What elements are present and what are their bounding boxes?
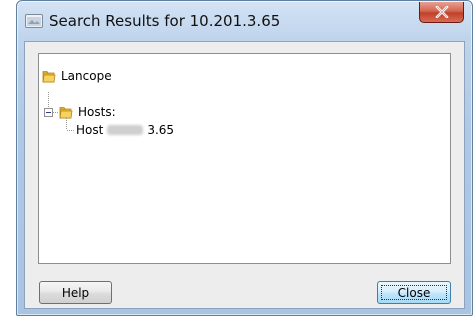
redacted-address (107, 125, 144, 135)
help-button[interactable]: Help (39, 281, 112, 304)
close-button-label: Close (397, 285, 431, 300)
tree-connector (67, 130, 75, 131)
tree-connector (48, 92, 49, 108)
tree-node-label: Hosts: (78, 105, 116, 119)
close-window-button[interactable] (419, 2, 464, 23)
host-label-prefix: Host (76, 123, 104, 137)
window-title: Search Results for 10.201.3.65 (49, 12, 281, 30)
help-button-label: Help (61, 285, 90, 300)
folder-icon (42, 70, 56, 82)
tree-connector (53, 112, 58, 113)
dialog-content: Lancope Hosts: Host 3.65 Help Close (24, 41, 465, 309)
close-button[interactable]: Close (377, 281, 451, 304)
title-bar[interactable]: Search Results for 10.201.3.65 (17, 1, 472, 41)
tree-node-host[interactable]: Host 3.65 (76, 121, 174, 139)
window-app-icon (25, 14, 43, 28)
tree-node-hosts[interactable]: Hosts: (59, 103, 116, 121)
results-tree[interactable]: Lancope Hosts: Host 3.65 (38, 53, 451, 264)
collapse-toggle-icon[interactable] (44, 108, 53, 117)
tree-node-label: Lancope (61, 69, 112, 83)
host-label-suffix: 3.65 (147, 123, 175, 137)
folder-icon (59, 106, 73, 118)
tree-node-lancope[interactable]: Lancope (42, 67, 112, 85)
close-x-icon (435, 6, 448, 18)
search-results-dialog: Search Results for 10.201.3.65 Lancope H… (16, 0, 473, 316)
